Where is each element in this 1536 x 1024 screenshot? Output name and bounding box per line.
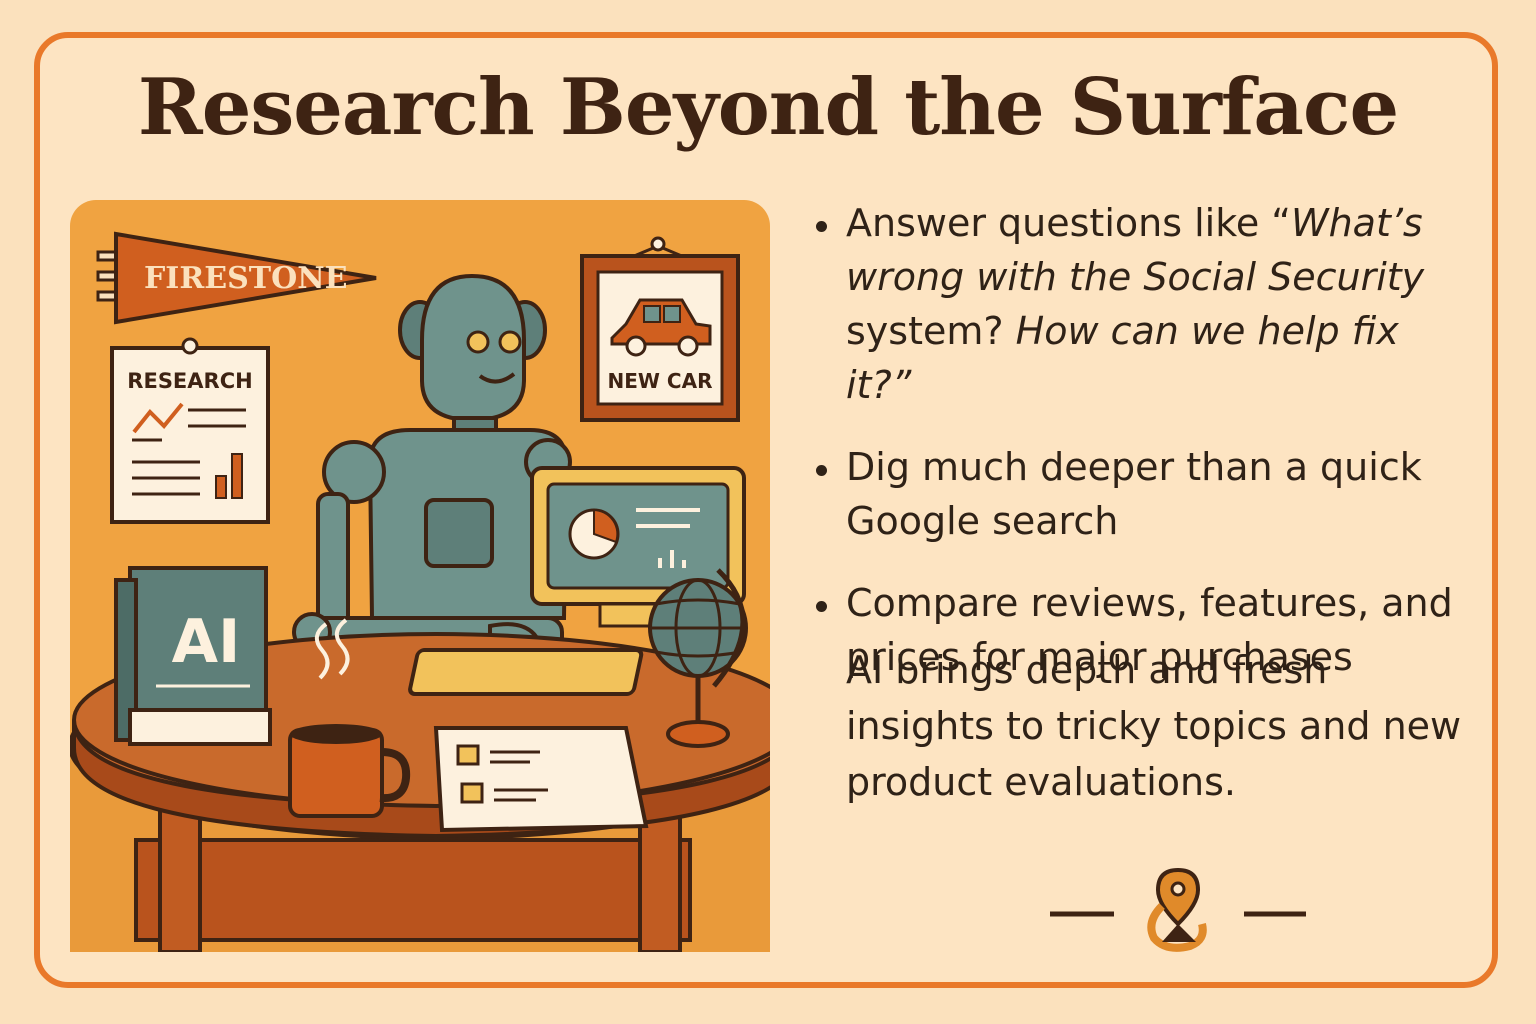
bullet-dot-icon — [816, 465, 827, 476]
bullet-text: Answer questions like “ — [846, 201, 1291, 245]
book-label: AI — [172, 607, 241, 677]
bullet-item: Answer questions like “What’s wrong with… — [810, 196, 1470, 412]
notes-paper — [433, 726, 649, 833]
page-title: Research Beyond the Surface — [137, 62, 1399, 153]
frame-label: NEW CAR — [608, 369, 713, 393]
pennant-text: FIRESTONE — [144, 261, 348, 296]
location-pin-icon — [1147, 867, 1207, 952]
keyboard-icon — [408, 648, 644, 696]
bullet-item: Dig much deeper than a quick Google sear… — [810, 440, 1470, 548]
bullet-text: Dig much deeper than a quick Google sear… — [846, 445, 1422, 543]
new-car-frame: NEW CAR — [580, 236, 740, 422]
robot-research-illustration: FIRESTONE RESEARCH NEW CAR AI — [70, 200, 770, 952]
bullet-text: How can we — [1015, 309, 1258, 353]
bullet-dot-icon — [816, 221, 827, 232]
summary-text: AI brings depth and fresh insights to tr… — [846, 648, 1462, 804]
footer-logo — [1050, 867, 1306, 952]
bullet-text: system? — [846, 309, 1016, 353]
bullet-list: Answer questions like “What’s wrong with… — [810, 196, 1470, 712]
research-clipboard: RESEARCH — [110, 337, 270, 524]
ai-book: AI — [114, 566, 272, 746]
clipboard-label: RESEARCH — [127, 369, 252, 393]
bullet-dot-icon — [816, 601, 827, 612]
